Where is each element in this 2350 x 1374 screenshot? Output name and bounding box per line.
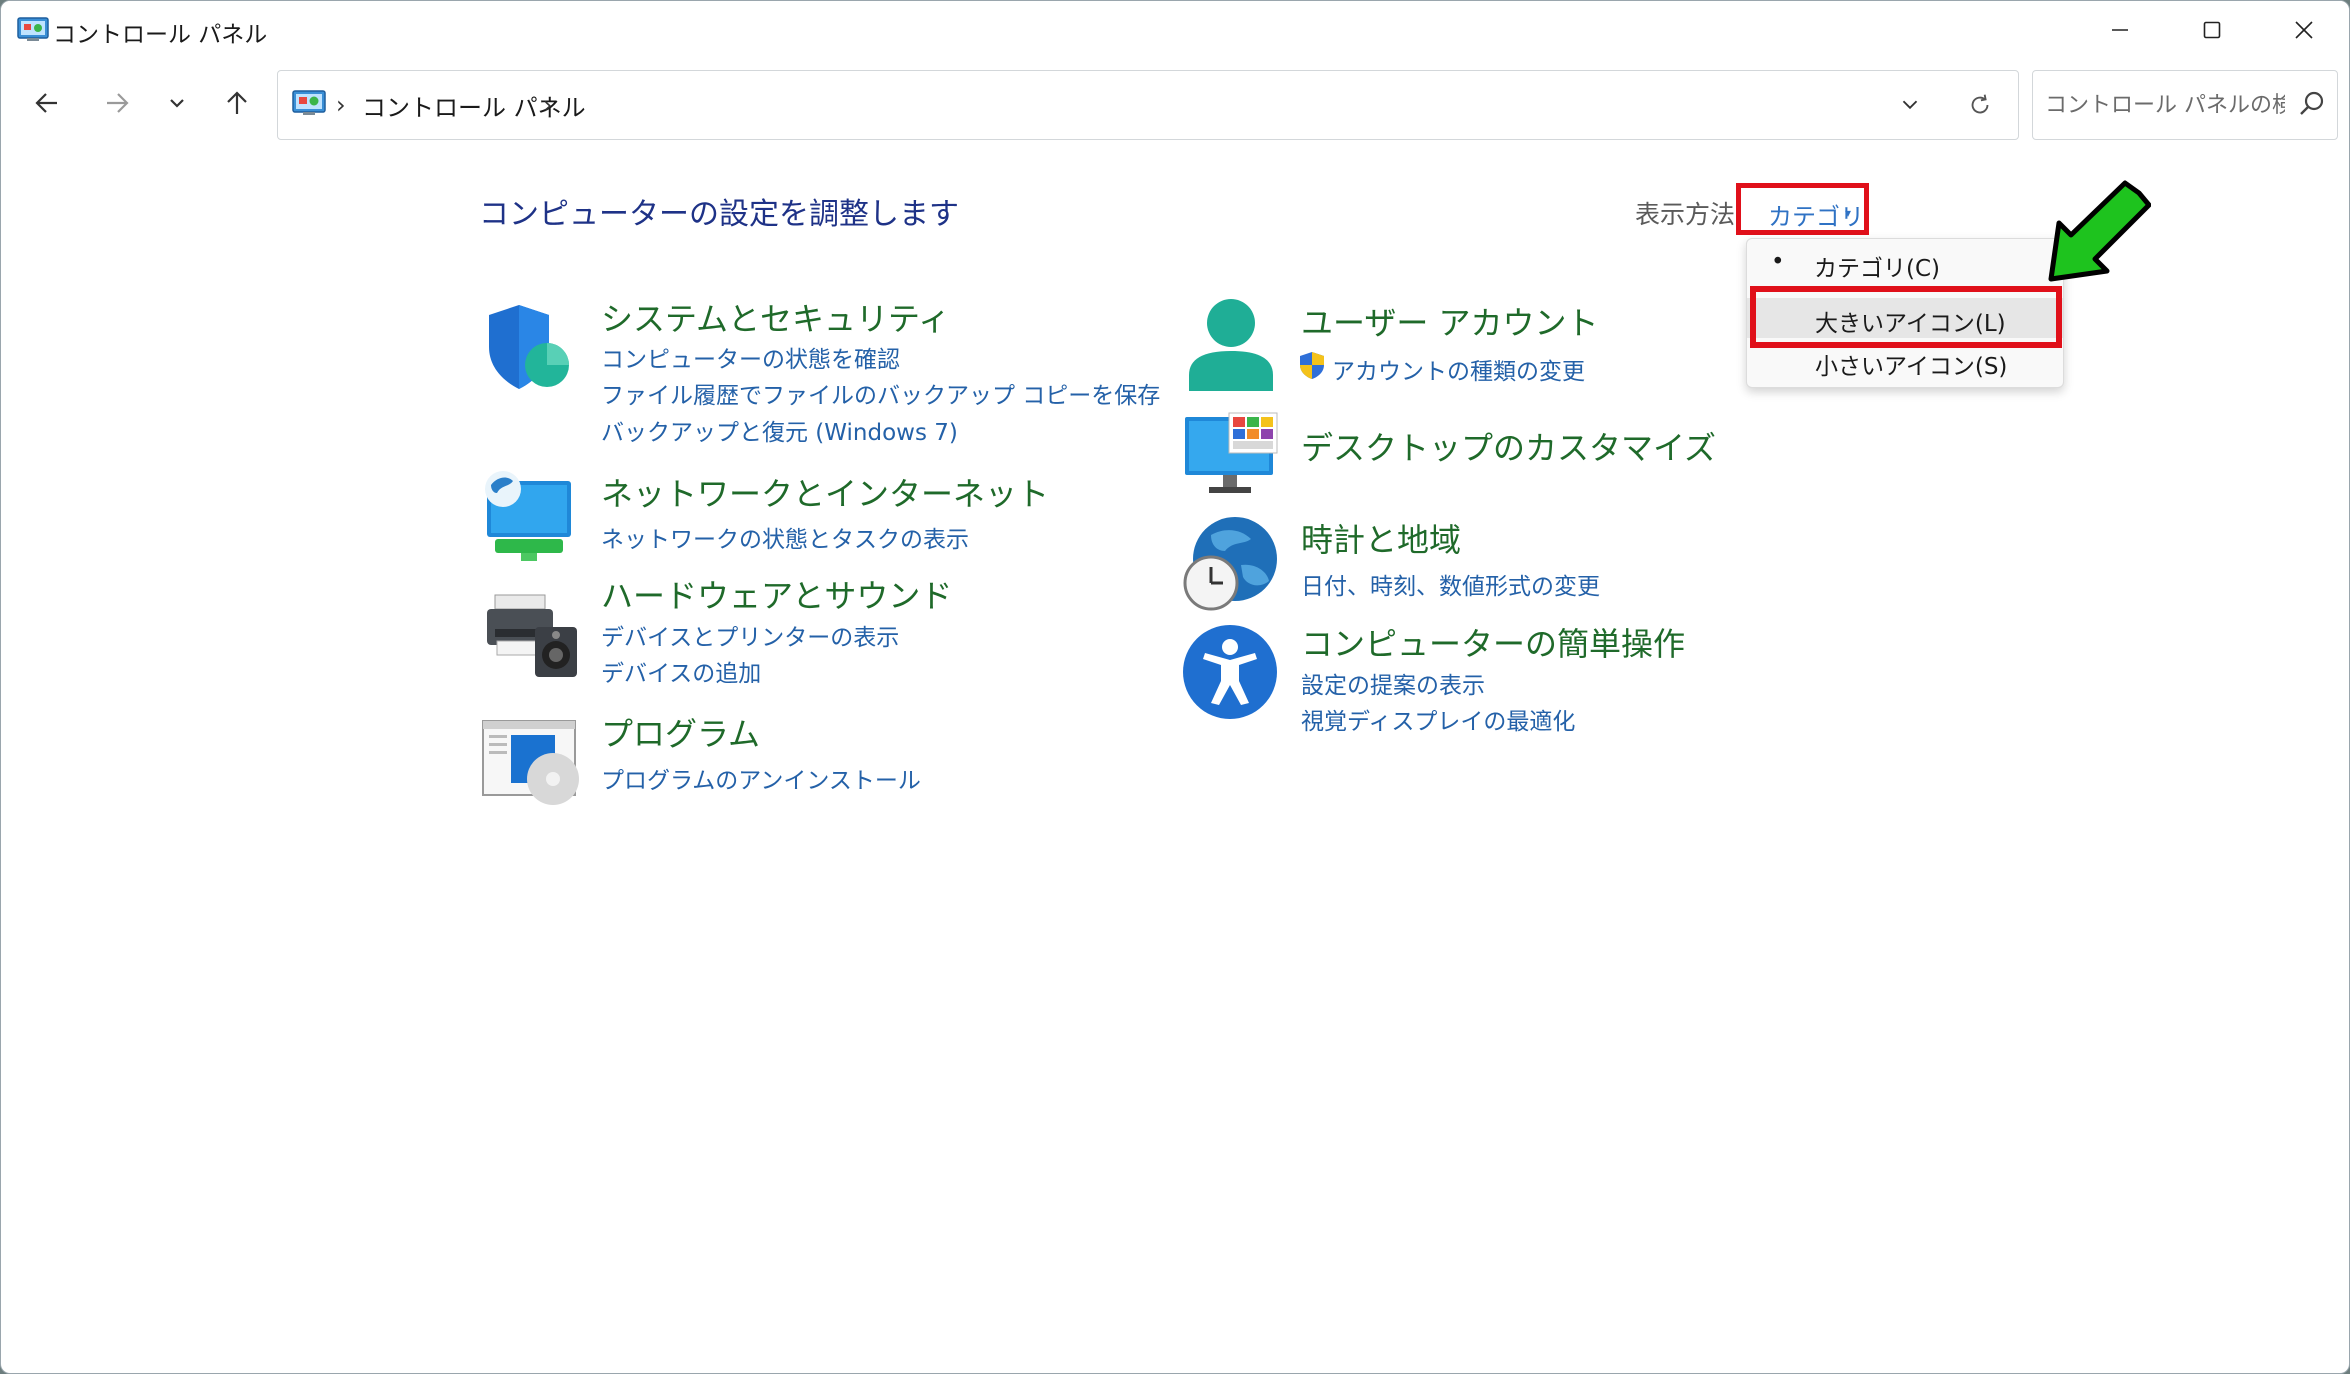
- recent-locations-button[interactable]: [155, 81, 199, 125]
- category-hardware-sound[interactable]: ハードウェアとサウンド: [601, 571, 952, 617]
- caret-down-icon: ▾: [1845, 206, 1852, 220]
- link-change-account-type[interactable]: アカウントの種類の変更: [1332, 352, 1585, 386]
- control-panel-window: コントロール パネル › コントロール パネル › コントロール パネルの検索 …: [0, 0, 2350, 1374]
- link-backup-restore[interactable]: バックアップと復元 (Windows 7): [601, 413, 958, 447]
- category-user-accounts[interactable]: ユーザー アカウント: [1301, 298, 1599, 344]
- maximize-button[interactable]: [2166, 1, 2258, 59]
- category-desktop-customization[interactable]: デスクトップのカスタマイズ: [1301, 423, 1716, 469]
- link-file-history-backup[interactable]: ファイル履歴でファイルのバックアップ コピーを保存: [601, 376, 1160, 410]
- address-bar[interactable]: › コントロール パネル ›: [277, 70, 2019, 140]
- search-box[interactable]: [2032, 70, 2338, 140]
- category-network-internet[interactable]: ネットワークとインターネット: [601, 469, 1049, 515]
- refresh-button[interactable]: [1962, 87, 1998, 123]
- category-clock-region[interactable]: 時計と地域: [1301, 515, 1461, 561]
- link-suggest-settings[interactable]: 設定の提案の表示: [1301, 666, 1485, 700]
- link-devices-printers[interactable]: デバイスとプリンターの表示: [601, 618, 899, 652]
- search-icon[interactable]: [2297, 89, 2327, 119]
- view-by-dropdown[interactable]: カテゴリ ▾: [1736, 183, 1869, 235]
- network-globe-icon[interactable]: [481, 467, 577, 563]
- title-bar: コントロール パネル: [1, 1, 2349, 59]
- uac-shield-icon: [1300, 352, 1324, 379]
- breadcrumb-separator-icon[interactable]: ›: [543, 91, 553, 119]
- link-change-date-time-format[interactable]: 日付、時刻、数値形式の変更: [1301, 567, 1600, 601]
- link-network-status[interactable]: ネットワークの状態とタスクの表示: [601, 520, 969, 554]
- back-button[interactable]: [25, 81, 69, 125]
- printer-speaker-icon[interactable]: [481, 589, 581, 681]
- navigation-bar: › コントロール パネル ›: [1, 59, 2349, 149]
- desktop-monitor-icon[interactable]: [1183, 411, 1279, 497]
- menu-item-category[interactable]: • カテゴリ(C): [1747, 243, 2063, 283]
- category-programs[interactable]: プログラム: [601, 709, 760, 755]
- control-panel-icon: [17, 17, 49, 41]
- highlight-box: [1750, 286, 2062, 348]
- up-button[interactable]: [215, 81, 259, 125]
- arrow-up-icon: [227, 91, 247, 114]
- address-history-button[interactable]: [1892, 87, 1928, 123]
- window-title: コントロール パネル: [53, 22, 268, 48]
- selected-bullet-icon: •: [1771, 249, 1785, 275]
- menu-item-category-label: カテゴリ(C): [1814, 256, 1941, 282]
- breadcrumb-separator-icon: ›: [336, 91, 346, 119]
- search-input[interactable]: [2043, 87, 2287, 123]
- control-panel-icon: [292, 90, 326, 115]
- refresh-icon: [1971, 94, 1989, 114]
- minimize-icon: [2112, 29, 2128, 31]
- link-uninstall-program[interactable]: プログラムのアンインストール: [601, 761, 921, 795]
- programs-disc-icon[interactable]: [481, 717, 581, 807]
- arrow-right-icon: [107, 93, 129, 113]
- link-add-device[interactable]: デバイスの追加: [601, 654, 761, 688]
- accessibility-icon[interactable]: [1181, 623, 1279, 721]
- maximize-icon: [2203, 21, 2221, 39]
- minimize-button[interactable]: [2074, 1, 2166, 59]
- user-icon[interactable]: [1183, 295, 1279, 395]
- menu-item-small-icons-label: 小さいアイコン(S): [1815, 354, 2008, 380]
- category-ease-of-access[interactable]: コンピューターの簡単操作: [1301, 619, 1685, 665]
- forward-button[interactable]: [95, 81, 139, 125]
- annotation-arrow-icon: [2048, 180, 2151, 282]
- close-button[interactable]: [2258, 1, 2349, 59]
- chevron-down-icon: [170, 99, 184, 108]
- link-optimize-display[interactable]: 視覚ディスプレイの最適化: [1301, 702, 1575, 736]
- view-by-label: 表示方法:: [1635, 200, 1744, 229]
- clock-globe-icon[interactable]: [1181, 513, 1281, 613]
- chevron-down-icon: [1902, 100, 1918, 110]
- category-system-security[interactable]: システムとセキュリティ: [601, 294, 950, 340]
- shield-icon[interactable]: [481, 301, 577, 393]
- link-check-computer-status[interactable]: コンピューターの状態を確認: [601, 340, 900, 374]
- page-title: コンピューターの設定を調整します: [479, 197, 959, 232]
- arrow-left-icon: [35, 93, 57, 113]
- close-icon: [2295, 21, 2313, 39]
